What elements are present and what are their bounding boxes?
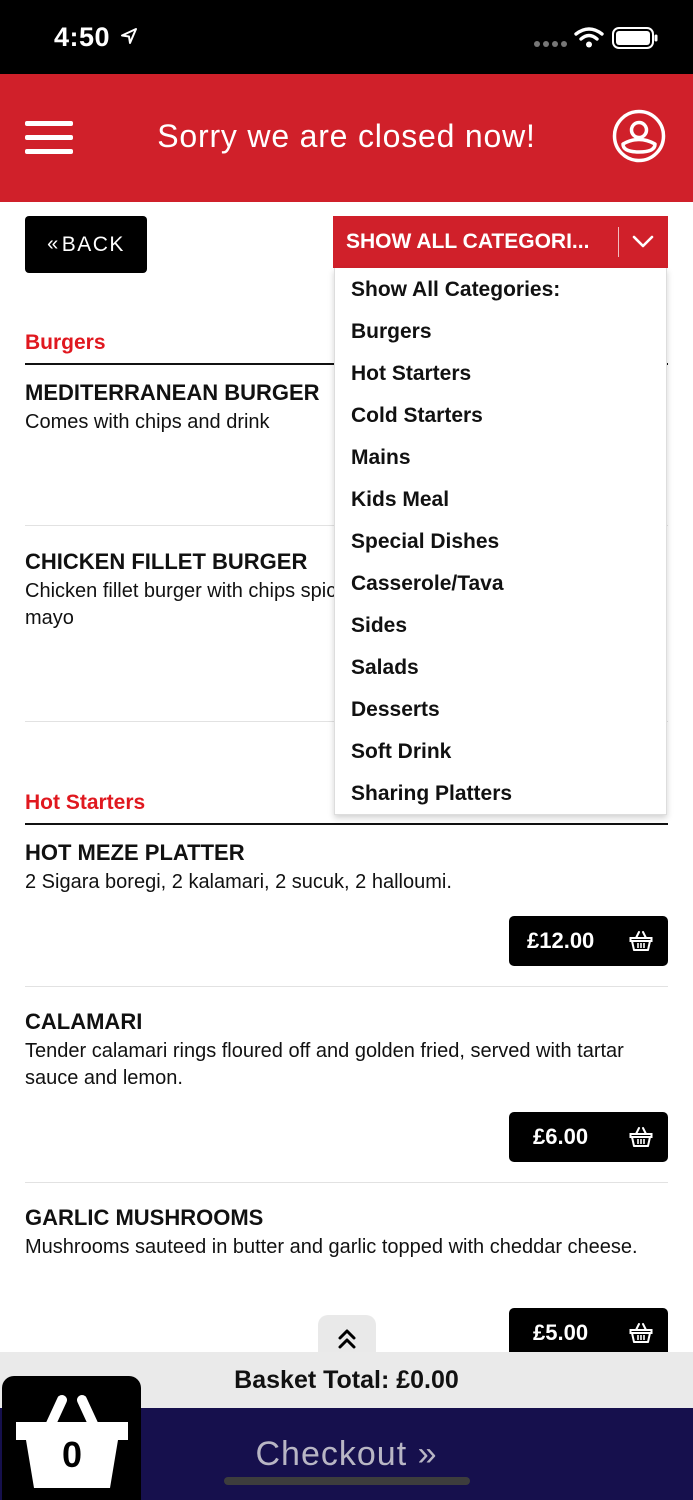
item-divider: [25, 986, 668, 987]
category-option-desserts[interactable]: Desserts: [351, 698, 440, 722]
category-option-sharing-platters[interactable]: Sharing Platters: [351, 782, 512, 806]
location-arrow-icon: [121, 28, 137, 44]
double-chevron-left-icon: «: [47, 233, 60, 255]
select-separator: [618, 227, 619, 257]
basket-icon: [629, 1323, 653, 1343]
category-option-cold-starters[interactable]: Cold Starters: [351, 404, 483, 428]
category-option-kids-meal[interactable]: Kids Meal: [351, 488, 449, 512]
category-select-value: SHOW ALL CATEGORI...: [346, 230, 590, 253]
menu-item-description: 2 Sigara boregi, 2 kalamari, 2 sucuk, 2 …: [25, 871, 452, 893]
page-title: Sorry we are closed now!: [157, 118, 536, 154]
category-dropdown-list: Show All Categories: Burgers Hot Starter…: [334, 268, 667, 815]
category-option-sides[interactable]: Sides: [351, 614, 407, 638]
category-option-soft-drink[interactable]: Soft Drink: [351, 740, 451, 764]
category-option-hot-starters[interactable]: Hot Starters: [351, 362, 471, 386]
battery-icon: [612, 27, 658, 49]
wifi-icon: [574, 27, 604, 48]
price-label: £5.00: [533, 1320, 589, 1345]
cellular-signal-icon: [534, 41, 567, 47]
status-bar: 4:50: [0, 0, 693, 74]
basket-icon: [629, 931, 653, 951]
menu-item-title[interactable]: CALAMARI: [25, 1009, 142, 1035]
menu-item-description: Chicken fillet burger with chips spicy m…: [25, 580, 347, 629]
menu-item-title[interactable]: CHICKEN FILLET BURGER: [25, 549, 307, 575]
basket-item-count: 0: [61, 1434, 83, 1475]
menu-item-description: Mushrooms sauteed in butter and garlic t…: [25, 1236, 638, 1258]
category-option-special-dishes[interactable]: Special Dishes: [351, 530, 499, 554]
add-to-basket-button[interactable]: £5.00: [509, 1308, 668, 1358]
add-to-basket-button[interactable]: £6.00: [509, 1112, 668, 1162]
back-button-label: BACK: [61, 232, 125, 256]
section-divider: [25, 823, 668, 825]
basket-widget-button[interactable]: 0: [2, 1376, 141, 1500]
category-select[interactable]: SHOW ALL CATEGORI...: [333, 216, 668, 268]
price-label: £12.00: [527, 928, 595, 953]
app-header: Sorry we are closed now!: [0, 74, 693, 202]
scroll-to-top-button[interactable]: [318, 1315, 376, 1355]
user-account-icon[interactable]: [612, 109, 666, 163]
menu-item-title[interactable]: HOT MEZE PLATTER: [25, 840, 245, 866]
category-option-show-all[interactable]: Show All Categories:: [351, 278, 560, 302]
category-option-casserole-tava[interactable]: Casserole/Tava: [351, 572, 504, 596]
section-title-hot-starters: Hot Starters: [25, 791, 146, 814]
menu-item-description: Tender calamari rings floured off and go…: [25, 1040, 624, 1089]
category-option-salads[interactable]: Salads: [351, 656, 419, 680]
back-button[interactable]: « BACK: [25, 216, 147, 273]
chevron-down-icon: [632, 235, 654, 248]
section-title-burgers: Burgers: [25, 331, 106, 354]
category-option-mains[interactable]: Mains: [351, 446, 411, 470]
home-indicator: [224, 1477, 470, 1485]
menu-item-title[interactable]: MEDITERRANEAN BURGER: [25, 380, 320, 406]
status-time: 4:50: [54, 22, 111, 52]
double-chevron-up-icon: [338, 1329, 356, 1349]
menu-item-title[interactable]: GARLIC MUSHROOMS: [25, 1205, 263, 1231]
basket-icon: [629, 1127, 653, 1147]
item-divider: [25, 1182, 668, 1183]
category-option-burgers[interactable]: Burgers: [351, 320, 432, 344]
add-to-basket-button[interactable]: £12.00: [509, 916, 668, 966]
price-label: £6.00: [533, 1124, 589, 1149]
